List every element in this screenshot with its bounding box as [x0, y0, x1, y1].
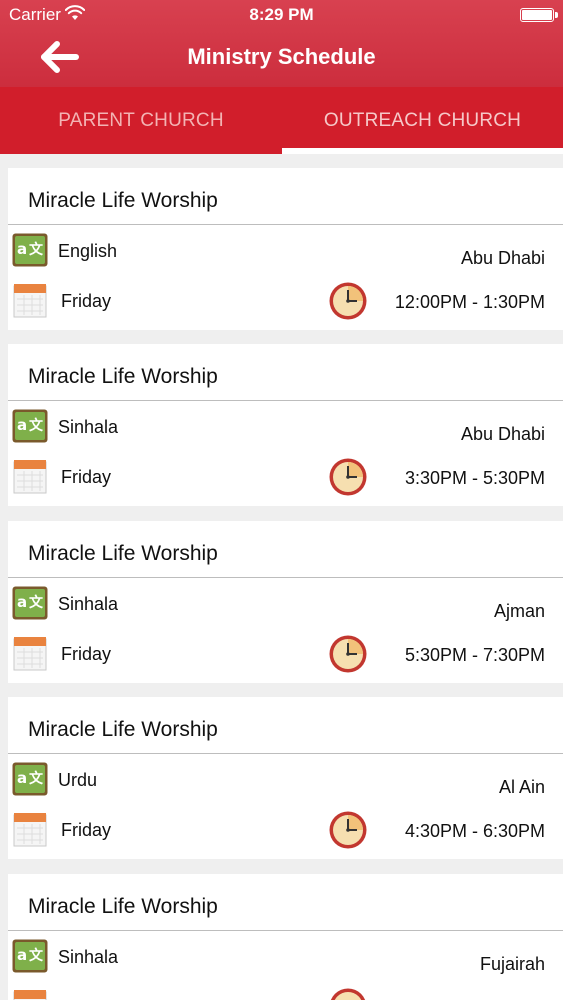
schedule-card[interactable]: Miracle Life Worship a 文 Sinhala Fujaira… [8, 874, 563, 1000]
divider [8, 753, 563, 754]
svg-text:a: a [17, 416, 27, 434]
clock-icon [329, 458, 367, 496]
location-label: Ajman [493, 601, 545, 621]
schedule-card[interactable]: Miracle Life Worship a 文 Sinhala Abu Dha… [8, 344, 563, 506]
tab-parent-church[interactable]: PARENT CHURCH [0, 87, 282, 154]
clock-icon [329, 282, 367, 320]
day-label: Friday [61, 467, 112, 487]
service-title: Miracle Life Worship [28, 895, 218, 918]
translate-icon: a 文 [12, 762, 48, 796]
battery-icon [520, 8, 558, 22]
status-bar: Carrier 8:29 PM [0, 0, 563, 30]
clock-icon [330, 988, 366, 1000]
language-label: Urdu [58, 770, 98, 790]
clock-icon [329, 811, 367, 849]
service-title: Miracle Life Worship [28, 542, 218, 565]
schedule-card[interactable]: Miracle Life Worship a 文 Urdu Al Ain Fri… [8, 697, 563, 859]
schedule-card[interactable]: Miracle Life Worship a 文 English Abu Dha… [8, 168, 563, 330]
translate-icon: a 文 [12, 586, 48, 620]
language-label: Sinhala [58, 947, 119, 967]
time-range-label: 4:30PM - 6:30PM [404, 821, 545, 841]
day-label: Friday [61, 820, 112, 840]
divider [8, 400, 563, 401]
language-label: Sinhala [58, 594, 119, 614]
svg-text:文: 文 [29, 417, 44, 434]
service-title: Miracle Life Worship [28, 718, 218, 741]
calendar-icon [13, 637, 47, 671]
language-label: Sinhala [58, 417, 119, 437]
day-label: Friday [61, 644, 112, 664]
divider [8, 224, 563, 225]
translate-icon: a 文 [12, 939, 48, 973]
calendar-icon [13, 284, 47, 318]
divider [8, 930, 563, 931]
service-title: Miracle Life Worship [28, 189, 218, 212]
calendar-icon [13, 460, 47, 494]
svg-text:a: a [17, 593, 27, 611]
svg-text:a: a [17, 946, 27, 964]
location-label: Abu Dhabi [460, 248, 545, 268]
service-title: Miracle Life Worship [28, 365, 218, 388]
tab-bar: PARENT CHURCH OUTREACH CHURCH [0, 87, 563, 154]
time-range-label: 12:00PM - 1:30PM [394, 292, 545, 312]
location-label: Fujairah [479, 954, 545, 974]
time-range-label: 3:30PM - 5:30PM [404, 468, 545, 488]
time-range-label: 5:30PM - 7:30PM [404, 645, 545, 665]
translate-icon: a 文 [12, 233, 48, 267]
calendar-icon [13, 813, 47, 847]
svg-text:a: a [17, 769, 27, 787]
svg-text:文: 文 [29, 241, 44, 258]
svg-text:文: 文 [29, 770, 44, 787]
divider [8, 577, 563, 578]
calendar-icon [13, 990, 47, 1000]
tab-outreach-church[interactable]: OUTREACH CHURCH [282, 87, 563, 154]
page-title: Ministry Schedule [187, 44, 376, 69]
schedule-list[interactable]: Miracle Life Worship a 文 English Abu Dha… [0, 154, 563, 1000]
clock-icon [329, 635, 367, 673]
schedule-card[interactable]: Miracle Life Worship a 文 Sinhala Ajman F… [8, 521, 563, 683]
svg-text:文: 文 [29, 594, 44, 611]
location-label: Al Ain [498, 777, 545, 797]
translate-icon: a 文 [12, 409, 48, 443]
status-time: 8:29 PM [249, 5, 314, 24]
language-label: English [58, 241, 118, 261]
navigation-header: Carrier 8:29 PM Ministry Schedule [0, 0, 563, 87]
location-label: Abu Dhabi [460, 424, 545, 444]
svg-text:a: a [17, 240, 27, 258]
day-label: Friday [61, 291, 112, 311]
svg-text:文: 文 [29, 947, 44, 964]
